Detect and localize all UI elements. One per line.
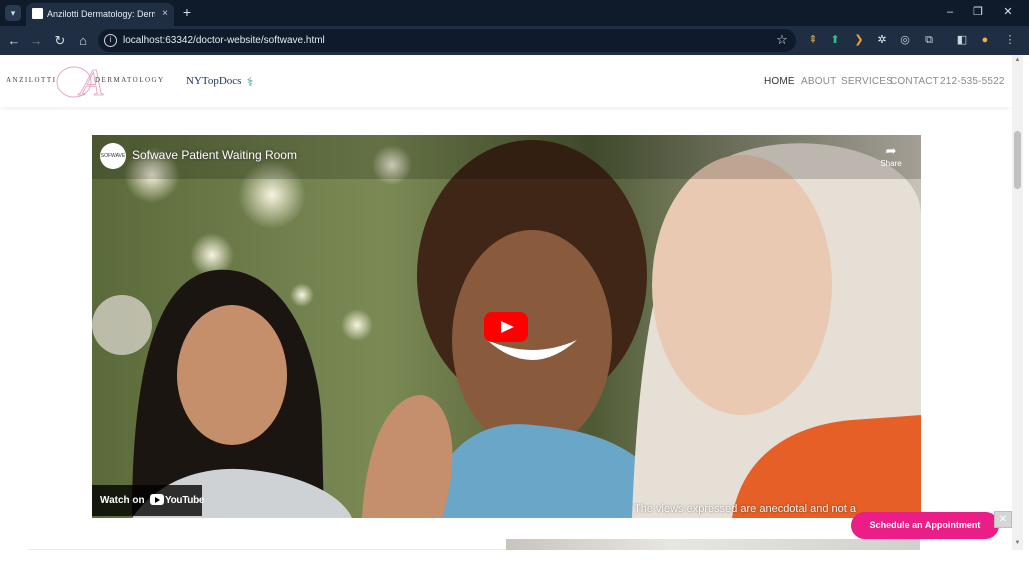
ext-5-icon[interactable]: ◎	[898, 33, 912, 47]
site-header: ANZILOTTI A DERMATOLOGY NYTopDocs ⚕ HOME…	[0, 55, 1012, 107]
watch-on-youtube-button[interactable]: Watch on YouTube	[92, 485, 205, 516]
nytopdocs-badge[interactable]: NYTopDocs ⚕	[186, 74, 262, 90]
arrow-right-icon: →	[29, 33, 43, 48]
arrow-left-icon: ←	[7, 33, 21, 48]
site-info-icon[interactable]: i	[104, 34, 117, 47]
cta-close-button[interactable]: ✕	[994, 511, 1012, 528]
video-title[interactable]: Sofwave Patient Waiting Room	[132, 147, 297, 163]
home-icon: ⌂	[79, 33, 87, 48]
url-text[interactable]: localhost:63342/doctor-website/softwave.…	[123, 34, 325, 48]
nytopdocs-label: NYTopDocs	[186, 75, 242, 87]
web-page: ANZILOTTI A DERMATOLOGY NYTopDocs ⚕ HOME…	[0, 55, 1012, 550]
page-favicon-icon	[32, 8, 43, 19]
scroll-down-icon[interactable]: ▼	[1012, 538, 1023, 548]
browser-tab-bar: ▾ Anzilotti Dermatology: Dermato × + – ❐…	[0, 0, 1029, 26]
next-section-image	[506, 539, 920, 550]
bookmark-star-icon[interactable]: ☆	[774, 32, 790, 48]
tab-close-button[interactable]: ×	[159, 7, 171, 21]
nav-phone[interactable]: 212-535-5522	[940, 75, 1005, 89]
schedule-appointment-button[interactable]: Schedule an Appointment	[851, 512, 999, 539]
caduceus-icon: ⚕	[246, 75, 254, 89]
video-caption: The views expressed are anecdotal and no…	[634, 503, 856, 515]
watch-on-label: Watch on	[100, 495, 145, 506]
menu-icon[interactable]: ⋮	[1003, 33, 1017, 47]
ext-2-icon[interactable]: ⬆	[828, 33, 842, 47]
close-window-button[interactable]: ✕	[998, 4, 1018, 20]
logo-right-word: DERMATOLOGY	[95, 76, 165, 84]
play-button-icon[interactable]	[484, 312, 528, 342]
sidepanel-icon[interactable]: ◧	[955, 33, 969, 47]
window-bottom-edge	[0, 550, 1029, 570]
reload-icon: ↻	[54, 33, 66, 48]
reload-button[interactable]: ↻	[51, 32, 69, 50]
scroll-thumb[interactable]	[1014, 131, 1021, 189]
tab-title: Anzilotti Dermatology: Dermato	[47, 9, 155, 19]
scroll-up-icon[interactable]: ▲	[1012, 55, 1023, 65]
ext-4-icon[interactable]: ✲	[875, 33, 889, 47]
restore-button[interactable]: ❐	[968, 4, 988, 20]
nav-home[interactable]: HOME	[764, 75, 795, 89]
logo-left-word: ANZILOTTI	[6, 76, 57, 84]
home-button[interactable]: ⌂	[74, 32, 92, 50]
browser-toolbar: ← → ↻ ⌂ i localhost:63342/doctor-website…	[0, 26, 1029, 55]
nav-contact[interactable]: CONTACT	[890, 75, 939, 89]
extensions-icon[interactable]: ⧉	[922, 33, 936, 47]
minimize-button[interactable]: –	[940, 4, 960, 20]
browser-tab[interactable]: Anzilotti Dermatology: Dermato ×	[26, 3, 174, 26]
youtube-embed[interactable]: SOFWAVE Sofwave Patient Waiting Room ➦ S…	[92, 135, 921, 518]
profile-icon[interactable]: ●	[978, 33, 992, 47]
youtube-logo-icon	[150, 494, 164, 505]
page-scrollbar[interactable]: ▲ ▼	[1012, 55, 1023, 550]
site-logo[interactable]: ANZILOTTI A DERMATOLOGY	[4, 61, 163, 101]
tab-search-button[interactable]: ▾	[5, 5, 21, 21]
address-bar[interactable]: i localhost:63342/doctor-website/softwav…	[98, 29, 796, 52]
channel-avatar[interactable]: SOFWAVE	[100, 143, 126, 169]
back-button[interactable]: ←	[5, 32, 23, 50]
ext-1-icon[interactable]: ⇞	[806, 33, 820, 47]
share-arrow-icon: ➦	[885, 143, 897, 158]
nav-about[interactable]: ABOUT	[801, 75, 836, 89]
share-button[interactable]: ➦ Share	[874, 143, 908, 175]
ext-3-icon[interactable]: ❯	[852, 33, 866, 47]
new-tab-button[interactable]: +	[180, 4, 194, 20]
forward-button[interactable]: →	[27, 32, 45, 50]
nav-services[interactable]: SERVICES	[841, 75, 893, 89]
youtube-wordmark: YouTube	[165, 495, 205, 506]
share-label: Share	[880, 159, 902, 168]
